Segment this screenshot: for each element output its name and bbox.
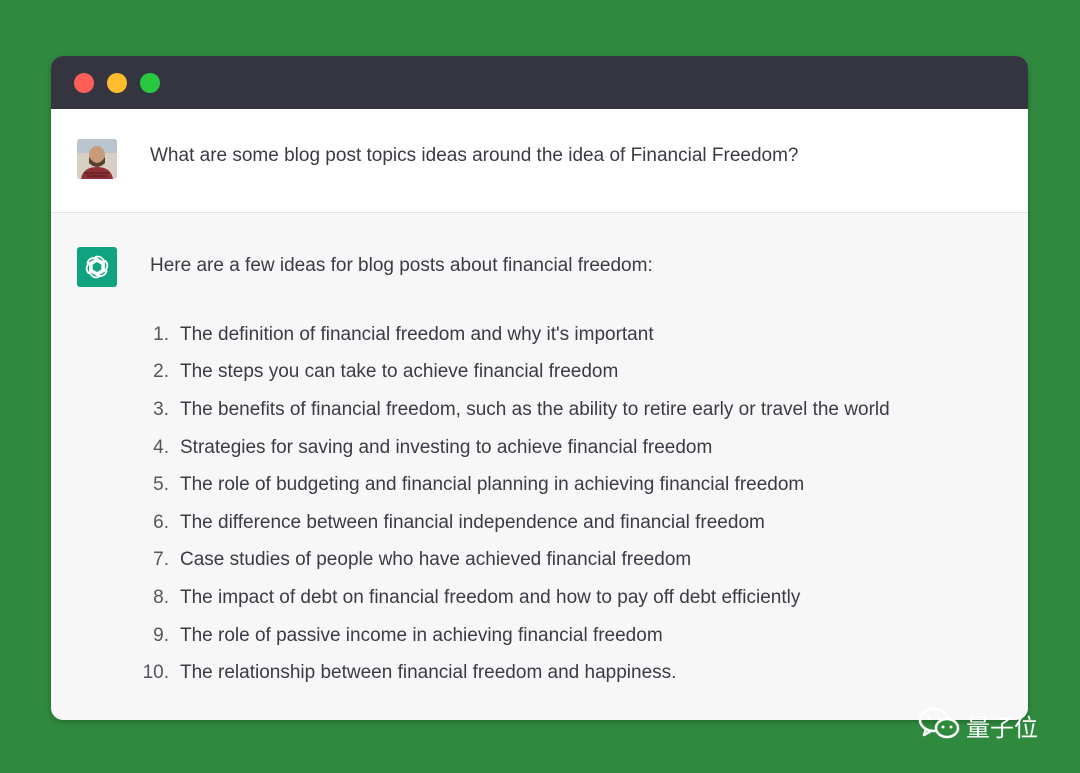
openai-logo-icon: [77, 247, 117, 287]
list-item-number: 3.: [153, 398, 169, 420]
list-item-number: 7.: [153, 549, 169, 571]
list-item-number: 4.: [153, 436, 169, 458]
blog-ideas-list: 1. The definition of financial freedom an…: [121, 316, 890, 692]
list-item-text: Strategies for saving and investing to a…: [180, 436, 713, 458]
list-item-text: Case studies of people who have achieved…: [180, 549, 692, 571]
list-item-text: The relationship between financial freed…: [180, 662, 677, 684]
list-item-text: The steps you can take to achieve financ…: [180, 361, 619, 383]
assistant-message: Here are a few ideas for blog posts abou…: [51, 213, 1028, 720]
list-item: 6. The difference between financial indep…: [121, 504, 890, 542]
chat-window: What are some blog post topics ideas aro…: [51, 56, 1028, 720]
list-item-number: 2.: [153, 361, 169, 383]
close-window-button[interactable]: [74, 73, 94, 93]
user-message-text: What are some blog post topics ideas aro…: [150, 145, 799, 166]
list-item: 1. The definition of financial freedom an…: [121, 316, 890, 354]
list-item-text: The impact of debt on financial freedom …: [180, 586, 801, 608]
wechat-icon: [918, 706, 960, 745]
list-item-text: The benefits of financial freedom, such …: [180, 398, 890, 420]
list-item: 9. The role of passive income in achievin…: [121, 617, 890, 655]
user-avatar: [77, 139, 117, 179]
list-item: 10. The relationship between financial fr…: [121, 654, 890, 692]
list-item-number: 10.: [142, 662, 169, 684]
watermark-text: 量子位: [966, 713, 1038, 742]
list-item-number: 8.: [153, 586, 169, 608]
list-item: 4. Strategies for saving and investing to…: [121, 429, 890, 467]
list-item-text: The difference between financial indepen…: [180, 511, 765, 533]
list-item: 5. The role of budgeting and financial pl…: [121, 466, 890, 504]
list-item: 8. The impact of debt on financial freedo…: [121, 579, 890, 617]
list-item: 7. Case studies of people who have achiev…: [121, 542, 890, 580]
list-item: 2. The steps you can take to achieve fina…: [121, 354, 890, 392]
user-message: What are some blog post topics ideas aro…: [51, 109, 1028, 213]
list-item-number: 6.: [153, 511, 169, 533]
assistant-intro-text: Here are a few ideas for blog posts abou…: [150, 255, 653, 276]
list-item-text: The role of passive income in achieving …: [180, 624, 663, 646]
list-item-text: The role of budgeting and financial plan…: [180, 474, 805, 496]
list-item-number: 9.: [153, 624, 169, 646]
list-item: 3. The benefits of financial freedom, suc…: [121, 391, 890, 429]
window-titlebar: [51, 56, 1028, 109]
minimize-window-button[interactable]: [107, 73, 127, 93]
list-item-text: The definition of financial freedom and …: [180, 323, 654, 345]
list-item-number: 1.: [153, 323, 169, 345]
list-item-number: 5.: [153, 474, 169, 496]
maximize-window-button[interactable]: [140, 73, 160, 93]
watermark: 量子位: [918, 705, 1038, 745]
